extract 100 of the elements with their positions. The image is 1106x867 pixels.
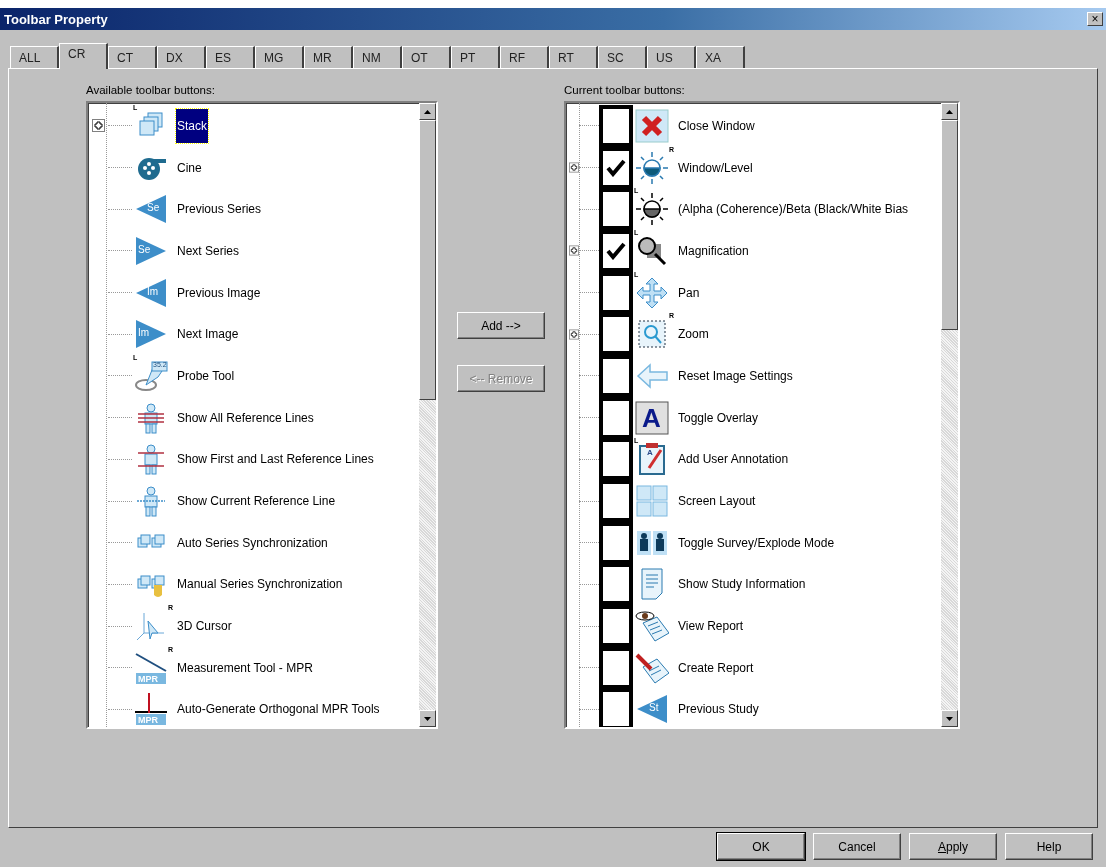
checkbox[interactable] [599, 146, 633, 189]
group-label: Available toolbar buttons: [86, 83, 216, 98]
tab[interactable]: RF [500, 46, 549, 68]
move-arrows-icon [635, 275, 669, 310]
tree-item[interactable]: Show All Reference Lines [176, 408, 315, 427]
tree-item[interactable]: Manual Series Synchronization [176, 575, 344, 594]
tab[interactable]: MR [304, 46, 353, 68]
checkbox[interactable] [599, 646, 633, 689]
tab[interactable]: SC [598, 46, 647, 68]
dialog-button[interactable]: Help [1005, 833, 1093, 860]
tree-item[interactable]: (Alpha (Coherence)/Beta (Black/White Bias [677, 200, 910, 219]
tree-item[interactable]: Auto Series Synchronization [176, 533, 329, 552]
scrollbar[interactable] [941, 103, 958, 727]
scrollbar[interactable] [419, 103, 436, 727]
checkbox[interactable] [599, 688, 633, 727]
scroll-down-icon[interactable] [424, 716, 431, 721]
expand-icon[interactable] [569, 244, 579, 258]
tree-item[interactable]: Previous Study [677, 700, 760, 719]
checkbox[interactable] [599, 480, 633, 523]
tree-item[interactable]: Reset Image Settings [677, 366, 794, 385]
checkbox[interactable] [599, 313, 633, 356]
checkbox[interactable] [599, 563, 633, 606]
scroll-down-icon[interactable] [946, 716, 953, 721]
eye-document-icon [635, 609, 669, 644]
sun-icon [635, 150, 669, 185]
add-button[interactable]: Add --> [457, 312, 545, 339]
icon-label: St [649, 703, 659, 714]
close-icon [635, 108, 669, 143]
tree-item[interactable]: Next Image [176, 325, 240, 344]
tree-item[interactable]: Probe Tool [176, 366, 236, 385]
tree-item[interactable]: Add User Annotation [677, 450, 790, 469]
dialog-button[interactable]: Cancel [813, 833, 901, 860]
dialog-button[interactable]: OK [717, 833, 805, 860]
human-figure-icon [134, 484, 168, 519]
icon-label: MPR [138, 674, 158, 684]
tab[interactable]: MG [255, 46, 304, 68]
checkbox[interactable] [599, 271, 633, 314]
tree-item[interactable]: Next Series [176, 241, 241, 260]
icon-label: Se [138, 244, 151, 255]
tree-item[interactable]: Cine [176, 158, 203, 177]
tab[interactable]: OT [402, 46, 451, 68]
tree-item[interactable]: Create Report [677, 658, 755, 677]
tab[interactable]: CR [59, 43, 108, 69]
tree-item[interactable]: Toggle Overlay [677, 408, 760, 427]
expand-icon[interactable] [569, 161, 579, 175]
checkbox[interactable] [599, 605, 633, 648]
tree-item[interactable]: Auto-Generate Orthogonal MPR Tools [176, 700, 381, 719]
tree-item[interactable]: Previous Image [176, 283, 262, 302]
icon-label: MPR [138, 716, 158, 726]
dialog-button[interactable]: Apply [909, 833, 997, 860]
tree-item[interactable]: Show Study Information [677, 575, 807, 594]
tree-item[interactable]: Measurement Tool - MPR [176, 658, 314, 677]
icon-label: A [642, 404, 661, 431]
icon-label: Im [147, 286, 159, 297]
checkbox[interactable] [599, 438, 633, 481]
tree-item[interactable]: 3D Cursor [176, 617, 233, 636]
tree-item[interactable]: Close Window [677, 116, 756, 135]
window-title: Toolbar Property [4, 11, 108, 27]
tab[interactable]: ALL [10, 46, 59, 68]
tile-icon [635, 400, 669, 435]
icon-label: A [647, 449, 653, 458]
grid-icon [635, 484, 669, 519]
tab[interactable]: RT [549, 46, 598, 68]
crosshair-icon [134, 692, 168, 727]
close-button[interactable]: × [1087, 12, 1103, 26]
icon-label: Se [147, 203, 160, 214]
tree-item[interactable]: Toggle Survey/Explode Mode [677, 533, 836, 552]
scroll-up-icon[interactable] [424, 109, 431, 114]
checkbox[interactable] [599, 229, 633, 272]
tab[interactable]: CT [108, 46, 157, 68]
expand-icon[interactable] [91, 119, 105, 133]
checkbox[interactable] [599, 354, 633, 397]
tab[interactable]: DX [157, 46, 206, 68]
expand-icon[interactable] [569, 327, 579, 341]
tree-item[interactable]: Pan [677, 283, 701, 302]
tree-item[interactable]: Show First and Last Reference Lines [176, 450, 375, 469]
tree-item[interactable]: Magnification [677, 241, 750, 260]
tree-item[interactable]: Screen Layout [677, 492, 757, 511]
tree-item[interactable]: Show Current Reference Line [176, 492, 337, 511]
group-label: Current toolbar buttons: [564, 83, 686, 98]
checkbox[interactable] [599, 521, 633, 564]
tab[interactable]: XA [696, 46, 745, 68]
checkmark-icon [606, 241, 626, 260]
tree-item[interactable]: Stack [176, 108, 208, 143]
sun-icon [635, 192, 669, 227]
checkbox[interactable] [599, 188, 633, 231]
checkmark-icon [606, 158, 626, 177]
tab[interactable]: ES [206, 46, 255, 68]
tree-item[interactable]: Window/Level [677, 158, 754, 177]
tab[interactable]: US [647, 46, 696, 68]
tree-item[interactable]: Previous Series [176, 200, 263, 219]
tab[interactable]: NM [353, 46, 402, 68]
tab[interactable]: PT [451, 46, 500, 68]
icon-label: Im [138, 328, 150, 339]
line-icon [134, 650, 168, 685]
tree-item[interactable]: View Report [677, 617, 745, 636]
checkbox[interactable] [599, 396, 633, 439]
tree-item[interactable]: Zoom [677, 325, 710, 344]
checkbox[interactable] [599, 104, 633, 147]
scroll-up-icon[interactable] [946, 109, 953, 114]
